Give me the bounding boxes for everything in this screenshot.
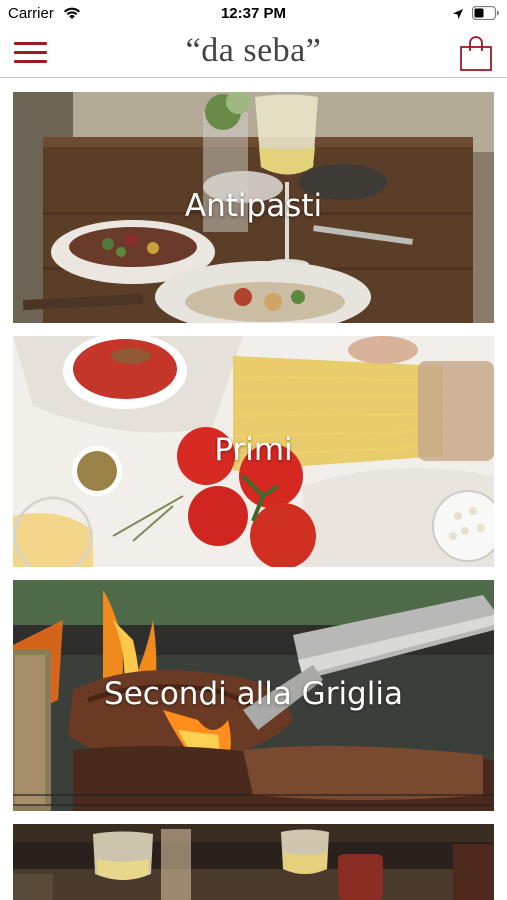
- category-label-primi: Primi: [214, 432, 293, 468]
- status-bar: Carrier 12:37 PM: [0, 0, 507, 28]
- app-title: “da seba”: [185, 32, 322, 69]
- category-card-antipasti[interactable]: Antipasti: [13, 92, 494, 323]
- category-card-secondi-alla-griglia[interactable]: Secondi alla Griglia: [13, 580, 494, 811]
- category-label-secondi-alla-griglia: Secondi alla Griglia: [104, 676, 403, 712]
- location-arrow-icon: [453, 9, 463, 19]
- wine-bar-photo: [13, 824, 494, 900]
- category-card-4[interactable]: [13, 824, 494, 900]
- category-label-antipasti: Antipasti: [184, 188, 323, 224]
- category-card-primi[interactable]: Primi: [13, 336, 494, 567]
- battery-icon: [472, 6, 499, 20]
- nav-bar: “da seba”: [0, 28, 507, 78]
- status-time: 12:37 PM: [220, 5, 287, 22]
- shopping-bag-icon[interactable]: [459, 36, 493, 72]
